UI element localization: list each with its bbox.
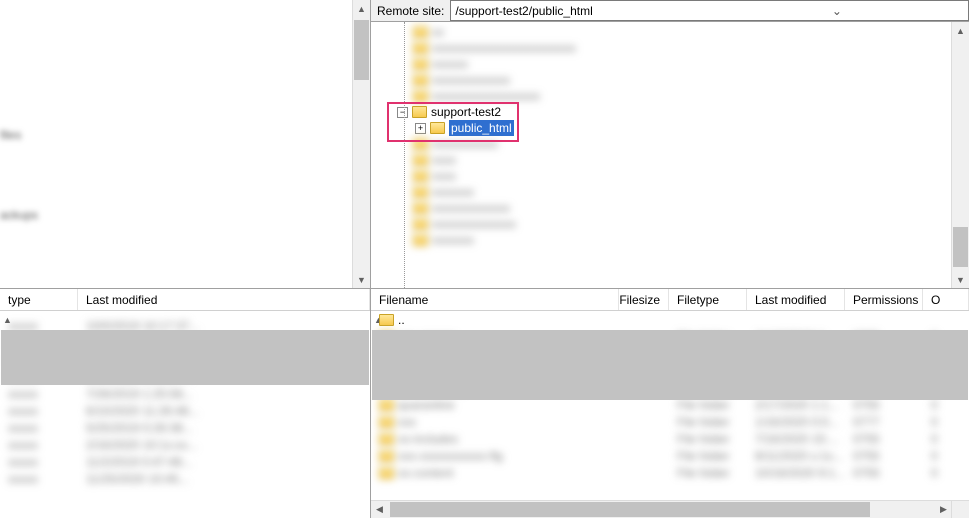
folder-icon [413,170,428,182]
scroll-thumb[interactable] [390,502,870,517]
filezilla-window: files ackups ▲ ▼ Remote site: /support-t… [0,0,969,518]
col-filetype[interactable]: Filetype [669,289,747,310]
folder-up-icon [379,314,394,326]
folder-icon [413,234,428,246]
local-list-header: type Last modified [0,289,370,311]
folder-icon [413,58,428,70]
list-item[interactable]: xx-includesFile folder7/16/2020 15:...07… [371,430,952,447]
list-item[interactable]: xxx-xxxxxxxxxxx-flgFile folder8/11/2020 … [371,447,952,464]
folder-icon [413,154,428,166]
scroll-thumb[interactable] [354,20,369,80]
local-tree-scrollbar[interactable]: ▲ ▼ [352,0,370,288]
scroll-right-icon[interactable]: ▶ [935,502,952,517]
folder-icon [413,42,428,54]
remote-path-value: /support-test2/public_html [455,4,709,18]
remote-list-hscrollbar[interactable]: ◀ ▶ [371,500,952,518]
scroll-up-icon[interactable]: ▲ [953,22,968,39]
scroll-up-icon[interactable]: ▲ [354,0,369,17]
scroll-thumb[interactable] [372,330,968,400]
tree-node-label-selected: public_html [449,120,514,136]
col-filetype[interactable]: type [0,289,78,310]
folder-icon [413,202,428,214]
scroll-thumb[interactable] [953,227,968,267]
chevron-down-icon[interactable]: ⌄ [710,4,964,18]
col-last-modified[interactable]: Last modified [747,289,845,310]
remote-path-bar: Remote site: /support-test2/public_html … [371,0,969,22]
parent-directory-row[interactable]: .. [371,311,952,328]
tree-node-support-test2[interactable]: − support-test2 [371,104,952,120]
list-item[interactable]: xx-contentFile folder10/16/2020 9:1...07… [371,464,952,481]
folder-icon [412,106,427,118]
expand-icon[interactable]: + [415,123,426,134]
folder-icon [413,186,428,198]
remote-tree-pane: Remote site: /support-test2/public_html … [371,0,969,288]
local-tree-item[interactable]: files [0,128,21,142]
folder-icon [413,90,428,102]
tree-node-public-html[interactable]: + public_html [371,120,952,136]
folder-icon [413,218,428,230]
local-tree[interactable]: files ackups [0,0,353,288]
folder-icon [413,26,428,38]
collapse-icon[interactable]: − [397,107,408,118]
scroll-thumb[interactable] [1,330,369,385]
remote-tree-scrollbar[interactable]: ▲ ▼ [951,22,969,288]
remote-list-header: Filename Filesize Filetype Last modified… [371,289,969,311]
col-owner[interactable]: O [923,289,969,310]
local-tree-item[interactable]: ackups [0,208,38,222]
remote-list-pane: Filename Filesize Filetype Last modified… [371,289,969,518]
local-tree-pane: files ackups ▲ ▼ [0,0,371,288]
remote-path-input[interactable]: /support-test2/public_html ⌄ [450,0,969,21]
folder-icon [413,74,428,86]
col-filesize[interactable]: Filesize [619,289,669,310]
local-list-pane: type Last modified xxxxx10/0/2019 10:17:… [0,289,371,518]
list-item[interactable]: xxxFile folder1/16/2020 0:0...07770 [371,413,952,430]
scroll-down-icon[interactable]: ▼ [953,271,968,288]
tree-node-label: support-test2 [431,104,501,120]
folder-icon [413,138,428,150]
col-permissions[interactable]: Permissions [845,289,923,310]
scroll-down-icon[interactable]: ▼ [354,271,369,288]
remote-site-label: Remote site: [371,4,450,18]
col-filename[interactable]: Filename [371,289,619,310]
scroll-corner [951,500,969,518]
scroll-left-icon[interactable]: ◀ [371,502,388,517]
folder-icon [430,122,445,134]
remote-tree[interactable]: xx xxxxxxxxxxxxxxxxxxxxxxxx xxxxxx xxxxx… [371,22,952,288]
col-last-modified[interactable]: Last modified [78,289,370,310]
